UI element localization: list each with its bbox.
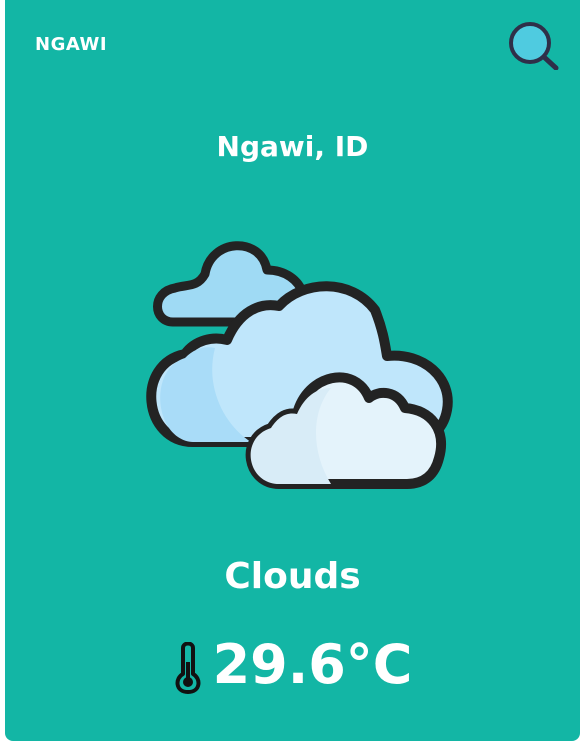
clouds-icon	[146, 241, 453, 489]
brand-title: NGAWI	[35, 34, 108, 55]
temperature-row: 29.6°C	[5, 636, 580, 694]
location-name: Ngawi, ID	[216, 130, 369, 163]
search-icon	[509, 22, 559, 71]
search-button[interactable]	[507, 20, 559, 71]
temperature-value: 29.6°C	[212, 633, 413, 696]
weather-card: NGAWI Ngawi, ID Clouds 29.6°C	[5, 0, 580, 741]
weather-condition: Clouds	[224, 556, 361, 597]
thermometer-icon	[175, 642, 200, 694]
